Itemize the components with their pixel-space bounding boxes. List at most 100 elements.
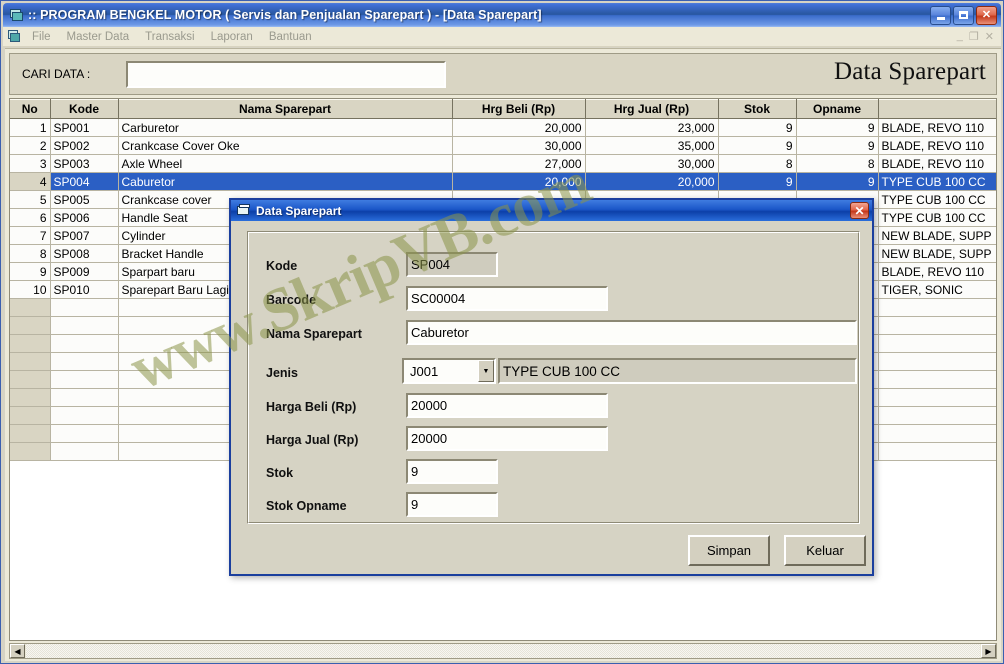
cell-empty (10, 370, 51, 389)
cell-kode: SP001 (50, 118, 119, 137)
column-header-kode[interactable]: Kode (50, 99, 119, 119)
cell-hrg-beli: 27,000 (452, 154, 586, 173)
jenis-description-field (498, 358, 857, 384)
mdi-restore-button[interactable]: ❐ (969, 30, 979, 43)
cell-empty (50, 370, 119, 389)
cell-no: 6 (10, 208, 51, 227)
save-button[interactable]: Simpan (688, 535, 770, 566)
cell-nama-jenis: BLADE, REVO 110 (878, 262, 996, 281)
scrollbar-track[interactable] (26, 644, 980, 658)
table-row[interactable]: 1 SP001 Carburetor 20,000 23,000 9 9 BLADE, REV… (10, 118, 996, 137)
menu-item-bantuan[interactable]: Bantuan (261, 29, 320, 45)
cell-no: 8 (10, 244, 51, 263)
cell-stok: 9 (718, 136, 797, 155)
column-header-namajenis[interactable]: Nama Jenis (878, 99, 996, 119)
column-header-hrgjual[interactable]: Hrg Jual (Rp) (585, 99, 719, 119)
mdi-document-icon (6, 28, 24, 45)
cell-empty (50, 406, 119, 425)
cell-nama-jenis: TIGER, SONIC (878, 280, 996, 299)
cell-empty (878, 388, 996, 407)
search-input[interactable] (126, 61, 446, 88)
cell-nama-jenis: BLADE, REVO 110 (878, 136, 996, 155)
table-row[interactable]: 3 SP003 Axle Wheel 27,000 30,000 8 8 BLADE, REV… (10, 154, 996, 173)
cell-nama: Caburetor (118, 172, 453, 191)
table-row[interactable]: 2 SP002 Crankcase Cover Oke 30,000 35,000 9 9 B… (10, 136, 996, 155)
cell-kode: SP009 (50, 262, 119, 281)
scroll-right-icon[interactable]: ▶ (981, 644, 996, 658)
stok-opname-field[interactable] (406, 492, 498, 517)
jenis-combobox[interactable]: J001 ▼ (402, 358, 496, 384)
cell-empty (878, 316, 996, 335)
scroll-left-icon[interactable]: ◀ (10, 644, 25, 658)
grid-header-row: No Kode Nama Sparepart Hrg Beli (Rp) Hrg… (10, 99, 996, 119)
cell-kode: SP005 (50, 190, 119, 209)
cell-empty (50, 352, 119, 371)
data-sparepart-dialog: Data Sparepart ✕ Kode Barcode Nama Spare… (229, 198, 874, 576)
table-row[interactable]: 4 SP004 Caburetor 20,000 20,000 9 9 TYPE CUB 10… (10, 172, 996, 191)
barcode-label: Barcode (266, 293, 317, 307)
column-header-stok[interactable]: Stok (718, 99, 797, 119)
barcode-field[interactable] (406, 286, 608, 311)
cell-empty (10, 334, 51, 353)
cell-kode: SP006 (50, 208, 119, 227)
dialog-close-button[interactable]: ✕ (850, 202, 869, 219)
cell-stok: 8 (718, 154, 797, 173)
menu-item-transaksi[interactable]: Transaksi (137, 29, 202, 45)
cell-empty (10, 352, 51, 371)
column-header-opname[interactable]: Opname (796, 99, 879, 119)
minimize-button[interactable] (930, 5, 951, 25)
menu-item-file[interactable]: File (24, 29, 59, 45)
application-window: :: PROGRAM BENGKEL MOTOR ( Servis dan Pe… (0, 0, 1004, 664)
cell-empty (50, 298, 119, 317)
jenis-selected-value: J001 (410, 363, 439, 379)
stok-opname-label: Stok Opname (266, 499, 347, 513)
cell-no: 3 (10, 154, 51, 173)
cell-nama-jenis: TYPE CUB 100 CC (878, 208, 996, 227)
harga-jual-field[interactable] (406, 426, 608, 451)
stok-label: Stok (266, 466, 294, 480)
menu-item-master-data[interactable]: Master Data (59, 29, 138, 45)
kode-field (406, 252, 498, 277)
dialog-field-frame: Kode Barcode Nama Sparepart Jenis J001 ▼… (247, 231, 860, 524)
harga-beli-field[interactable] (406, 393, 608, 418)
window-app-icon (8, 8, 24, 23)
horizontal-scrollbar[interactable]: ◀ ▶ (9, 643, 997, 659)
cell-empty (10, 388, 51, 407)
search-panel: CARI DATA : Tambah Ubah Hapus Data Spare… (9, 53, 997, 138)
chevron-down-icon[interactable]: ▼ (478, 360, 494, 382)
cell-nama: Crankcase Cover Oke (118, 136, 453, 155)
close-icon: ✕ (981, 8, 992, 21)
cell-empty (878, 370, 996, 389)
nama-sparepart-field[interactable] (406, 320, 857, 345)
cell-empty (50, 388, 119, 407)
column-header-no[interactable]: No (10, 99, 51, 119)
cell-hrg-beli: 20,000 (452, 118, 586, 137)
mdi-minimize-button[interactable]: _ (957, 30, 963, 43)
exit-button[interactable]: Keluar (784, 535, 866, 566)
cell-opname: 8 (796, 154, 879, 173)
column-header-nama[interactable]: Nama Sparepart (118, 99, 453, 119)
menu-bar: File Master Data Transaksi Laporan Bantu… (3, 27, 1001, 47)
cell-no: 2 (10, 136, 51, 155)
cell-stok: 9 (718, 118, 797, 137)
column-header-hrgbeli[interactable]: Hrg Beli (Rp) (452, 99, 586, 119)
cell-empty (10, 298, 51, 317)
form-icon (236, 203, 252, 218)
cell-empty (878, 334, 996, 353)
menu-item-laporan[interactable]: Laporan (203, 29, 261, 45)
window-title: :: PROGRAM BENGKEL MOTOR ( Servis dan Pe… (28, 8, 542, 22)
cell-no: 9 (10, 262, 51, 281)
cell-opname: 9 (796, 118, 879, 137)
mdi-close-button[interactable]: ✕ (985, 30, 994, 43)
dialog-title-bar: Data Sparepart ✕ (231, 200, 872, 221)
close-button[interactable]: ✕ (976, 5, 997, 25)
cell-hrg-beli: 20,000 (452, 172, 586, 191)
cell-nama: Axle Wheel (118, 154, 453, 173)
cell-kode: SP002 (50, 136, 119, 155)
main-title-bar: :: PROGRAM BENGKEL MOTOR ( Servis dan Pe… (3, 3, 1001, 27)
cell-empty (878, 442, 996, 461)
cell-empty (50, 334, 119, 353)
stok-field[interactable] (406, 459, 498, 484)
maximize-button[interactable] (953, 5, 974, 25)
cell-nama-jenis: NEW BLADE, SUPP (878, 244, 996, 263)
